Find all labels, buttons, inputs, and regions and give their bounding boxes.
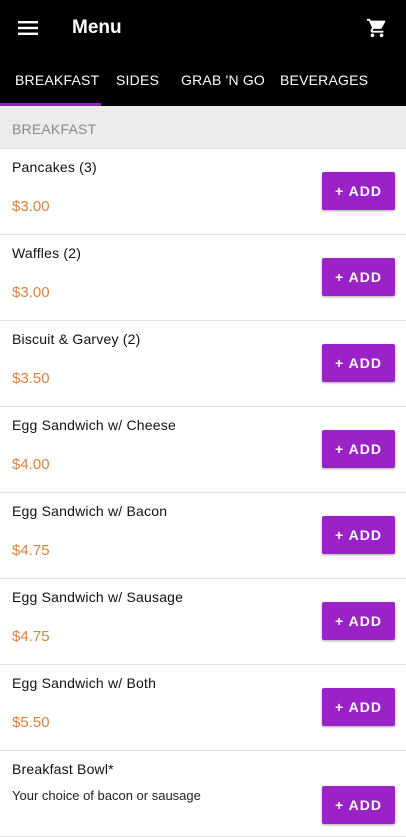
- category-tabs: BREAKFAST SIDES GRAB 'N GO BEVERAGES: [0, 56, 406, 106]
- item-price: $4.75: [12, 628, 50, 645]
- item-name: Egg Sandwich w/ Both: [12, 675, 157, 691]
- add-button[interactable]: + ADD: [322, 258, 395, 296]
- add-button[interactable]: + ADD: [322, 516, 395, 554]
- tab-beverages[interactable]: BEVERAGES: [280, 56, 368, 106]
- item-name: Egg Sandwich w/ Bacon: [12, 503, 168, 519]
- list-item: Egg Sandwich w/ Bacon $4.75 + ADD: [0, 493, 406, 579]
- item-price: $3.00: [12, 284, 50, 301]
- item-name: Egg Sandwich w/ Cheese: [12, 417, 176, 433]
- item-price: $3.00: [12, 198, 50, 215]
- hamburger-menu-icon[interactable]: [16, 16, 40, 40]
- tab-breakfast[interactable]: BREAKFAST: [15, 56, 99, 106]
- add-button[interactable]: + ADD: [322, 786, 395, 824]
- item-price: $5.50: [12, 714, 50, 731]
- tab-grab-n-go[interactable]: GRAB 'N GO: [181, 56, 265, 106]
- item-description: Your choice of bacon or sausage: [12, 788, 201, 803]
- item-price: $4.75: [12, 542, 50, 559]
- add-button[interactable]: + ADD: [322, 344, 395, 382]
- app-bar: Menu: [0, 0, 406, 56]
- shopping-cart-icon[interactable]: [366, 17, 388, 39]
- item-price: $3.50: [12, 370, 50, 387]
- item-name: Breakfast Bowl*: [12, 761, 114, 777]
- list-item: Egg Sandwich w/ Cheese $4.00 + ADD: [0, 407, 406, 493]
- item-name: Biscuit & Garvey (2): [12, 331, 141, 347]
- item-name: Egg Sandwich w/ Sausage: [12, 589, 184, 605]
- list-item: Egg Sandwich w/ Both $5.50 + ADD: [0, 665, 406, 751]
- add-button[interactable]: + ADD: [322, 688, 395, 726]
- menu-item-list: Pancakes (3) $3.00 + ADD Waffles (2) $3.…: [0, 149, 406, 837]
- add-button[interactable]: + ADD: [322, 602, 395, 640]
- page-title: Menu: [72, 17, 122, 38]
- list-item: Biscuit & Garvey (2) $3.50 + ADD: [0, 321, 406, 407]
- tab-sides[interactable]: SIDES: [116, 56, 159, 106]
- add-button[interactable]: + ADD: [322, 430, 395, 468]
- item-name: Pancakes (3): [12, 159, 97, 175]
- list-item: Egg Sandwich w/ Sausage $4.75 + ADD: [0, 579, 406, 665]
- item-name: Waffles (2): [12, 245, 82, 261]
- list-item: Breakfast Bowl* Your choice of bacon or …: [0, 751, 406, 837]
- list-item: Pancakes (3) $3.00 + ADD: [0, 149, 406, 235]
- section-header: BREAKFAST: [0, 106, 406, 149]
- list-item: Waffles (2) $3.00 + ADD: [0, 235, 406, 321]
- section-header-label: BREAKFAST: [12, 121, 97, 137]
- add-button[interactable]: + ADD: [322, 172, 395, 210]
- item-price: $4.00: [12, 456, 50, 473]
